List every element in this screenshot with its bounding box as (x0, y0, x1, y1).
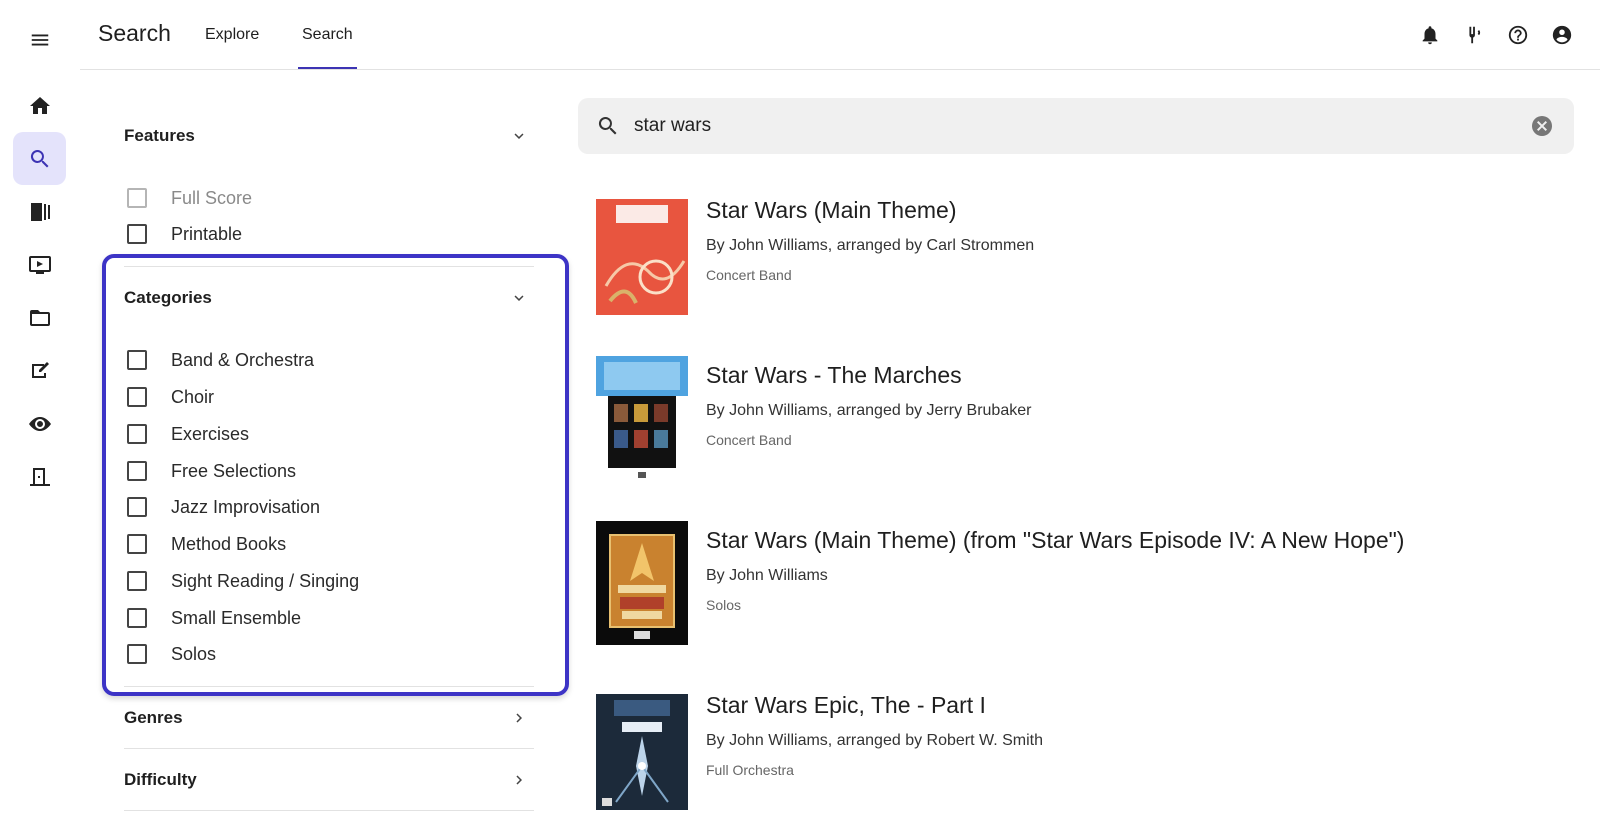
categories-header[interactable]: Categories (124, 268, 534, 328)
genres-header[interactable]: Genres (124, 688, 534, 748)
page-title: Search (98, 20, 171, 46)
checkbox[interactable] (127, 224, 147, 244)
ear-training-icon[interactable] (13, 397, 66, 450)
filter-exercises[interactable]: Exercises (127, 421, 249, 447)
filter-label: Band & Orchestra (171, 349, 315, 370)
filter-free-selections[interactable]: Free Selections (127, 458, 296, 484)
result-item[interactable]: Star Wars (Main Theme) (from "Star Wars … (596, 521, 1556, 649)
divider (124, 686, 534, 687)
result-author: By John Williams, arranged by Carl Strom… (706, 237, 1035, 254)
result-category: Solos (706, 597, 742, 613)
tuning-fork-icon[interactable] (1461, 22, 1487, 48)
filter-solos[interactable]: Solos (127, 641, 216, 667)
result-category: Concert Band (706, 432, 792, 448)
chevron-down-icon (514, 133, 524, 139)
score-cover-image[interactable] (596, 356, 688, 480)
filter-label: Jazz Improvisation (171, 496, 321, 517)
filter-label: Exercises (171, 423, 250, 444)
score-cover-image[interactable] (596, 191, 688, 315)
filter-full-score[interactable]: Full Score (127, 185, 252, 211)
tab-search[interactable]: Search (298, 26, 357, 70)
features-header[interactable]: Features (124, 106, 534, 166)
checkbox[interactable] (127, 644, 147, 664)
library-icon[interactable] (13, 185, 66, 238)
account-icon[interactable] (1549, 22, 1575, 48)
checkbox[interactable] (127, 387, 147, 407)
help-icon[interactable] (1505, 22, 1531, 48)
difficulty-header[interactable]: Difficulty (124, 750, 534, 810)
bell-icon[interactable] (1417, 22, 1443, 48)
search-icon[interactable] (13, 132, 66, 185)
bottom-edge (0, 820, 1600, 838)
filter-sight-reading[interactable]: Sight Reading / Singing (127, 568, 359, 594)
chevron-right-icon (516, 775, 522, 785)
filter-choir[interactable]: Choir (127, 384, 214, 410)
filter-band-orchestra[interactable]: Band & Orchestra (127, 347, 314, 373)
checkbox[interactable] (127, 424, 147, 444)
checkbox[interactable] (127, 188, 147, 208)
divider (124, 748, 534, 749)
top-header: Search Explore Search (80, 0, 1600, 70)
divider (124, 810, 534, 811)
checkbox[interactable] (127, 608, 147, 628)
filter-label: Method Books (171, 533, 287, 554)
result-title[interactable]: Star Wars (Main Theme) (706, 197, 957, 224)
score-cover-image[interactable] (596, 686, 688, 810)
filter-label: Full Score (171, 187, 253, 208)
checkbox[interactable] (127, 350, 147, 370)
checkbox[interactable] (127, 461, 147, 481)
tab-explore[interactable]: Explore (205, 26, 259, 70)
home-icon[interactable] (13, 79, 66, 132)
checkbox[interactable] (127, 571, 147, 591)
result-author: By John Williams, arranged by Robert W. … (706, 732, 1044, 749)
categories-title: Categories (124, 288, 212, 307)
chevron-right-icon (516, 713, 522, 723)
result-author: By John Williams (706, 567, 828, 584)
result-item[interactable]: Star Wars - The Marches By John Williams… (596, 356, 1556, 484)
filter-label: Small Ensemble (171, 607, 302, 628)
filter-label: Sight Reading / Singing (171, 570, 360, 591)
result-item[interactable]: Star Wars (Main Theme) By John Williams,… (596, 191, 1556, 319)
search-input[interactable] (634, 115, 1530, 137)
features-title: Features (124, 126, 195, 145)
chevron-down-icon (514, 295, 524, 301)
divider (124, 266, 534, 267)
result-title[interactable]: Star Wars Epic, The - Part I (706, 692, 986, 719)
filter-label: Solos (171, 643, 217, 664)
filter-printable[interactable]: Printable (127, 221, 242, 247)
genres-title: Genres (124, 708, 183, 727)
result-author: By John Williams, arranged by Jerry Brub… (706, 402, 1032, 419)
filter-label: Choir (171, 386, 215, 407)
exit-icon[interactable] (13, 450, 66, 503)
folder-icon[interactable] (13, 291, 66, 344)
video-icon[interactable] (13, 238, 66, 291)
result-category: Full Orchestra (706, 762, 794, 778)
result-title[interactable]: Star Wars - The Marches (706, 362, 962, 389)
search-icon (596, 114, 620, 138)
result-item[interactable]: Star Wars Epic, The - Part I By John Wil… (596, 686, 1556, 814)
filter-jazz-improvisation[interactable]: Jazz Improvisation (127, 494, 320, 520)
search-bar (578, 98, 1574, 154)
checkbox[interactable] (127, 534, 147, 554)
side-rail (0, 0, 80, 838)
difficulty-title: Difficulty (124, 770, 197, 789)
score-cover-image[interactable] (596, 521, 688, 645)
filter-method-books[interactable]: Method Books (127, 531, 286, 557)
checkbox[interactable] (127, 497, 147, 517)
filter-label: Free Selections (171, 460, 297, 481)
result-title[interactable]: Star Wars (Main Theme) (from "Star Wars … (706, 527, 1404, 554)
result-category: Concert Band (706, 267, 792, 283)
menu-icon[interactable] (26, 26, 54, 54)
filter-label: Printable (171, 223, 243, 244)
clear-icon[interactable] (1530, 114, 1554, 138)
assignment-icon[interactable] (13, 344, 66, 397)
filter-small-ensemble[interactable]: Small Ensemble (127, 605, 301, 631)
